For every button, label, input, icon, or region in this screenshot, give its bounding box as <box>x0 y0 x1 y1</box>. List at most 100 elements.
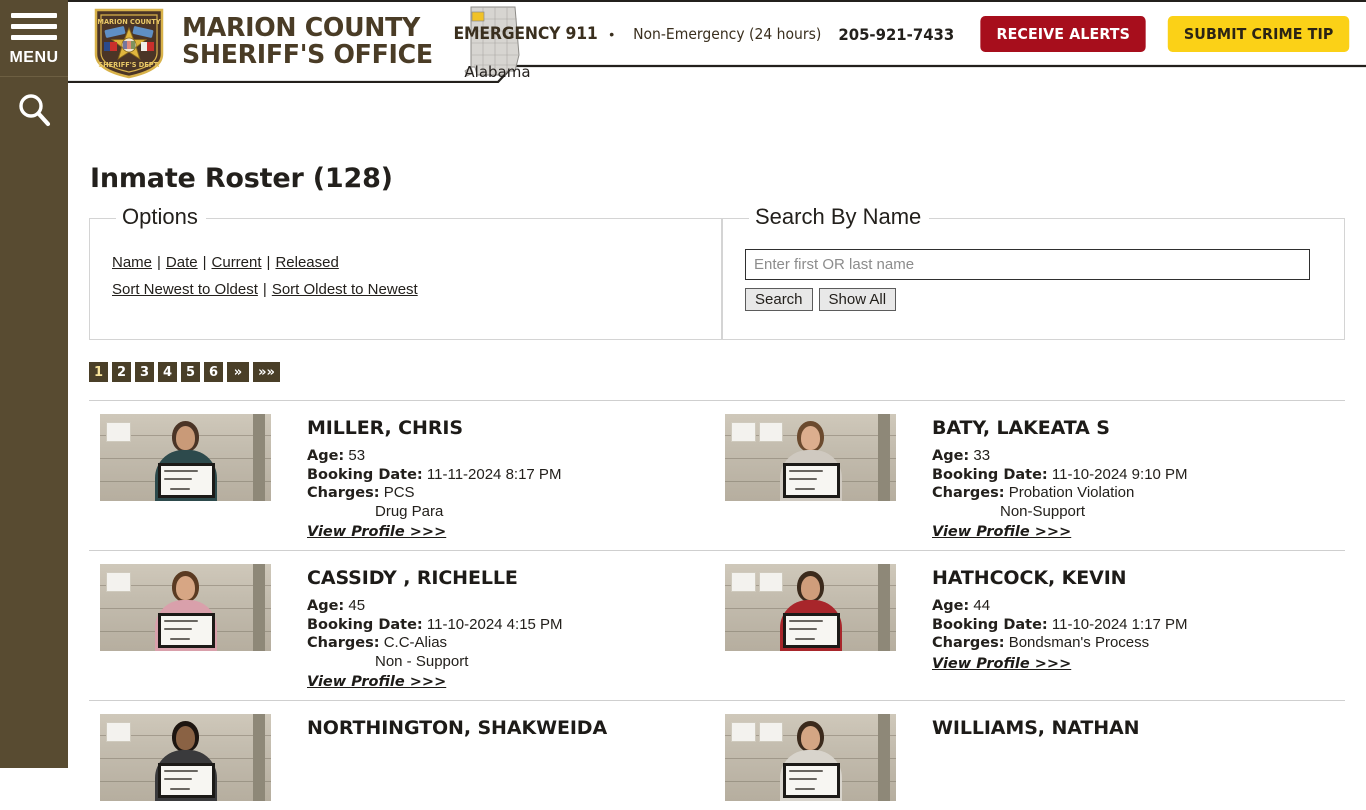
options-legend: Options <box>116 204 206 230</box>
options-filter-row: Name | Date | Current | Released <box>112 249 721 276</box>
separator-3: | <box>266 254 271 271</box>
inmate-booking-date: Booking Date: 11-11-2024 8:17 PM <box>307 465 562 483</box>
options-link-name[interactable]: Name <box>112 254 152 271</box>
pagination: 1 2 3 4 5 6 » »» <box>89 362 1366 382</box>
agency-title-line1: MARION COUNTY <box>182 13 420 43</box>
booking-date-label: Booking Date: <box>307 466 423 483</box>
inmate-charge: Charges: C.C-Alias <box>307 634 448 651</box>
sort-oldest-to-newest-link[interactable]: Sort Oldest to Newest <box>272 281 418 298</box>
agency-title: MARION COUNTY SHERIFF'S OFFICE <box>182 15 433 69</box>
age-label: Age: <box>932 598 970 614</box>
page-button-2[interactable]: 2 <box>112 362 131 382</box>
table-row: MILLER, CHRIS Age: 53 Booking Date: 11-1… <box>89 400 1345 550</box>
view-profile-link[interactable]: View Profile >>> <box>307 524 446 540</box>
inmate-booking-date: Booking Date: 11-10-2024 9:10 PM <box>932 465 1188 483</box>
search-by-name-panel: Search By Name Search Show All <box>722 204 1345 340</box>
inmate-card[interactable]: CASSIDY , RICHELLE Age: 45 Booking Date:… <box>89 564 714 691</box>
sheriff-badge-icon: MARION COUNTY SHERIFF'S DEPT. <box>90 4 168 81</box>
search-input[interactable] <box>745 249 1310 280</box>
table-row: NORTHINGTON, SHAKWEIDA WILLIAMS, NATHAN <box>89 700 1345 810</box>
search-legend: Search By Name <box>749 204 930 230</box>
mugshot-photo <box>725 564 896 651</box>
inmate-name: WILLIAMS, NATHAN <box>932 717 1140 739</box>
inmate-age: Age: 33 <box>932 447 991 464</box>
options-link-released[interactable]: Released <box>275 254 338 271</box>
age-label: Age: <box>307 448 345 464</box>
emergency-911-label: EMERGENCY 911 <box>453 24 598 44</box>
inmate-card[interactable]: HATHCOCK, KEVIN Age: 44 Booking Date: 11… <box>714 564 1339 691</box>
mugshot-photo <box>725 414 896 501</box>
booking-date-label: Booking Date: <box>932 616 1048 633</box>
inmate-charge: Non - Support <box>375 652 469 670</box>
inmate-card[interactable]: MILLER, CHRIS Age: 53 Booking Date: 11-1… <box>89 414 714 541</box>
page-button-3[interactable]: 3 <box>135 362 154 382</box>
options-link-date[interactable]: Date <box>166 254 198 271</box>
svg-text:MARION COUNTY: MARION COUNTY <box>97 18 160 26</box>
page-last-button[interactable]: »» <box>253 362 280 382</box>
main-content: Inmate Roster (128) Options Name | Date | Cu… <box>68 83 1366 801</box>
svg-text:SHERIFF'S DEPT.: SHERIFF'S DEPT. <box>98 61 159 69</box>
left-sidebar: MENU <box>0 0 68 768</box>
separator-1: | <box>157 254 161 271</box>
inmate-roster-list: MILLER, CHRIS Age: 53 Booking Date: 11-1… <box>89 400 1345 810</box>
inmate-name: HATHCOCK, KEVIN <box>932 567 1127 589</box>
booking-date-label: Booking Date: <box>307 616 423 633</box>
emergency-contact-bar: EMERGENCY 911 • Non-Emergency (24 hours)… <box>441 16 1354 52</box>
menu-label: MENU <box>9 49 59 66</box>
sidebar-search-button[interactable] <box>0 77 68 134</box>
charges-label: Charges: <box>932 485 1005 501</box>
inmate-age: Age: 53 <box>307 447 366 464</box>
search-button[interactable]: Search <box>745 288 813 311</box>
mugshot-photo <box>100 714 271 801</box>
options-link-current[interactable]: Current <box>212 254 262 271</box>
mugshot-photo <box>100 414 271 501</box>
inmate-booking-date: Booking Date: 11-10-2024 1:17 PM <box>932 615 1188 633</box>
inmate-name: CASSIDY , RICHELLE <box>307 567 518 589</box>
page-next-button[interactable]: » <box>227 362 249 382</box>
options-panel: Options Name | Date | Current | Released Sort … <box>89 204 722 340</box>
inmate-charge: Charges: Bondsman's Process <box>932 634 1150 651</box>
charges-label: Charges: <box>307 635 380 651</box>
menu-toggle[interactable]: MENU <box>0 0 68 77</box>
inmate-charge: Charges: PCS <box>307 484 415 501</box>
receive-alerts-button[interactable]: RECEIVE ALERTS <box>980 16 1147 52</box>
inmate-age: Age: 44 <box>932 597 991 614</box>
view-profile-link[interactable]: View Profile >>> <box>932 656 1071 672</box>
table-row: CASSIDY , RICHELLE Age: 45 Booking Date:… <box>89 550 1345 700</box>
inmate-charge: Drug Para <box>375 502 444 520</box>
page-button-6[interactable]: 6 <box>204 362 223 382</box>
inmate-card[interactable]: NORTHINGTON, SHAKWEIDA <box>89 714 714 801</box>
inmate-name: MILLER, CHRIS <box>307 417 463 439</box>
inmate-age: Age: 45 <box>307 597 366 614</box>
inmate-booking-date: Booking Date: 11-10-2024 4:15 PM <box>307 615 563 633</box>
view-profile-link[interactable]: View Profile >>> <box>307 674 446 690</box>
state-label: Alabama <box>464 63 531 81</box>
page-button-4[interactable]: 4 <box>158 362 177 382</box>
booking-date-label: Booking Date: <box>932 466 1048 483</box>
non-emergency-label: Non-Emergency (24 hours) <box>633 25 822 43</box>
charges-label: Charges: <box>932 635 1005 651</box>
separator-2: | <box>202 254 207 271</box>
show-all-button[interactable]: Show All <box>818 288 897 311</box>
page-button-5[interactable]: 5 <box>181 362 200 382</box>
inmate-card[interactable]: WILLIAMS, NATHAN <box>714 714 1339 801</box>
view-profile-link[interactable]: View Profile >>> <box>932 524 1071 540</box>
options-sort-row: Sort Newest to Oldest | Sort Oldest to New… <box>112 276 721 303</box>
page-title: Inmate Roster (128) <box>90 163 393 194</box>
sort-newest-to-oldest-link[interactable]: Sort Newest to Oldest <box>112 281 258 298</box>
search-icon[interactable] <box>15 91 53 134</box>
mugshot-photo <box>100 564 271 651</box>
inmate-charge: Charges: Probation Violation <box>932 484 1135 501</box>
hamburger-icon[interactable] <box>11 13 57 40</box>
inmate-card[interactable]: BATY, LAKEATA S Age: 33 Booking Date: 11… <box>714 414 1339 541</box>
inmate-charge: Non-Support <box>1000 502 1086 520</box>
bullet-separator: • <box>609 26 615 42</box>
submit-crime-tip-button[interactable]: SUBMIT CRIME TIP <box>1167 16 1350 52</box>
separator-4: | <box>262 281 267 298</box>
non-emergency-phone[interactable]: 205-921-7433 <box>838 25 954 44</box>
inmate-name: NORTHINGTON, SHAKWEIDA <box>307 717 608 739</box>
mugshot-photo <box>725 714 896 801</box>
inmate-name: BATY, LAKEATA S <box>932 417 1110 439</box>
charges-label: Charges: <box>307 485 380 501</box>
page-button-1[interactable]: 1 <box>89 362 108 382</box>
